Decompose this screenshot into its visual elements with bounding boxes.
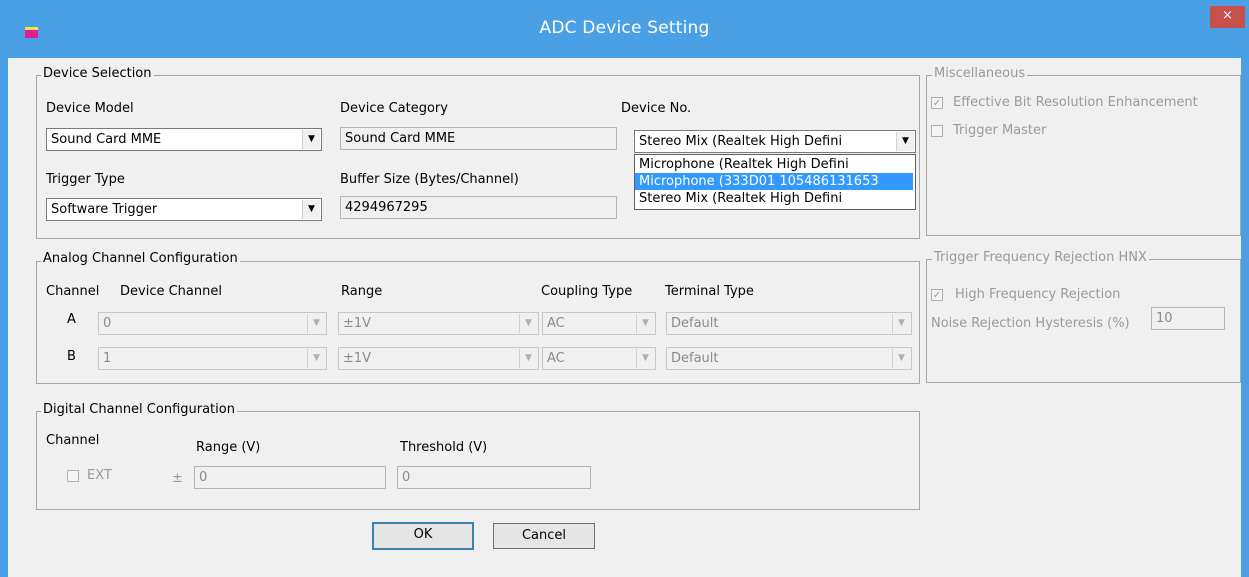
chevron-down-icon[interactable]: ▼: [519, 349, 537, 368]
analog-row-a-range-combo[interactable]: ±1V ▼: [338, 312, 539, 335]
chevron-down-icon[interactable]: ▼: [636, 349, 654, 368]
digital-threshold-value: 0: [402, 470, 411, 485]
ext-label: EXT: [87, 468, 112, 483]
analog-header-terminal: Terminal Type: [665, 284, 754, 299]
dropdown-option-highlighted[interactable]: Microphone (333D01 105486131653: [635, 173, 913, 190]
analog-row-a-channel: A: [67, 312, 76, 327]
noise-rejection-value: 10: [1156, 311, 1173, 326]
digital-range-label: Range (V): [196, 440, 261, 455]
analog-row-b-coupling-combo[interactable]: AC ▼: [542, 347, 656, 370]
dropdown-option[interactable]: Microphone (Realtek High Defini: [635, 156, 913, 173]
device-no-combo[interactable]: Stereo Mix (Realtek High Defini ▼: [634, 130, 916, 153]
hfr-checkbox[interactable]: ✓: [931, 289, 943, 301]
analog-row-b-device-channel-combo[interactable]: 1 ▼: [98, 347, 327, 370]
miscellaneous-title: Miscellaneous: [932, 66, 1028, 81]
analog-header-channel: Channel: [46, 284, 100, 299]
analog-row-b-channel: B: [67, 349, 76, 364]
device-category-value: Sound Card MME: [345, 131, 456, 146]
device-model-combo[interactable]: Sound Card MME ▼: [46, 128, 322, 151]
buffer-size-label: Buffer Size (Bytes/Channel): [340, 172, 519, 187]
chevron-down-icon[interactable]: ▼: [302, 200, 320, 219]
plus-minus-sign: ±: [172, 471, 183, 486]
buffer-size-value: 4294967295: [345, 200, 428, 215]
trigger-type-value: Software Trigger: [51, 202, 158, 217]
trigger-master-checkbox[interactable]: [931, 125, 943, 137]
analog-row-b-range: ±1V: [343, 351, 372, 366]
device-category-label: Device Category: [340, 101, 448, 116]
analog-header-coupling: Coupling Type: [541, 284, 633, 299]
device-no-label: Device No.: [621, 101, 692, 116]
close-button[interactable]: ×: [1210, 6, 1245, 28]
cancel-button[interactable]: Cancel: [493, 523, 595, 549]
analog-row-a-device-channel: 0: [103, 316, 112, 331]
analog-row-a-coupling-combo[interactable]: AC ▼: [542, 312, 656, 335]
chevron-down-icon[interactable]: ▼: [896, 132, 914, 151]
analog-header-range: Range: [341, 284, 383, 299]
analog-row-b-range-combo[interactable]: ±1V ▼: [338, 347, 539, 370]
noise-rejection-label: Noise Rejection Hysteresis (%): [931, 316, 1130, 331]
analog-row-b-coupling: AC: [547, 351, 565, 366]
device-selection-title: Device Selection: [41, 66, 154, 81]
chevron-down-icon[interactable]: ▼: [519, 314, 537, 333]
analog-row-b-terminal: Default: [671, 351, 719, 366]
digital-range-value: 0: [199, 470, 208, 485]
device-model-label: Device Model: [46, 101, 134, 116]
analog-row-a-terminal-combo[interactable]: Default ▼: [666, 312, 912, 335]
analog-row-a-device-channel-combo[interactable]: 0 ▼: [98, 312, 327, 335]
digital-config-title: Digital Channel Configuration: [41, 402, 237, 417]
analog-row-a-range: ±1V: [343, 316, 372, 331]
window-title: ADC Device Setting: [539, 18, 710, 38]
digital-config-group: [36, 411, 920, 510]
trigger-master-label: Trigger Master: [953, 123, 1047, 138]
analog-row-b-device-channel: 1: [103, 351, 112, 366]
device-model-value: Sound Card MME: [51, 132, 162, 147]
dialog-window: ADC Device Setting × Device Selection De…: [0, 0, 1249, 577]
digital-channel-label: Channel: [46, 433, 100, 448]
hfr-label: High Frequency Rejection: [955, 287, 1121, 302]
trigger-type-combo[interactable]: Software Trigger ▼: [46, 198, 322, 221]
analog-row-a-coupling: AC: [547, 316, 565, 331]
chevron-down-icon[interactable]: ▼: [302, 130, 320, 149]
analog-header-device-channel: Device Channel: [120, 284, 222, 299]
ebre-checkbox[interactable]: ✓: [931, 97, 943, 109]
noise-rejection-field[interactable]: 10: [1151, 307, 1225, 330]
analog-config-title: Analog Channel Configuration: [41, 251, 240, 266]
device-no-value: Stereo Mix (Realtek High Defini: [639, 134, 843, 149]
ok-button[interactable]: OK: [372, 522, 474, 550]
chevron-down-icon[interactable]: ▼: [636, 314, 654, 333]
buffer-size-field[interactable]: 4294967295: [340, 196, 617, 219]
chevron-down-icon[interactable]: ▼: [307, 314, 325, 333]
title-bar[interactable]: ADC Device Setting ×: [0, 0, 1249, 58]
analog-row-a-terminal: Default: [671, 316, 719, 331]
dropdown-option[interactable]: Stereo Mix (Realtek High Defini: [635, 190, 913, 207]
trigger-freq-title: Trigger Frequency Rejection HNX: [932, 250, 1149, 265]
digital-range-field[interactable]: 0: [194, 466, 386, 489]
ebre-label: Effective Bit Resolution Enhancement: [953, 95, 1198, 110]
device-category-field: Sound Card MME: [340, 127, 617, 150]
analog-row-b-terminal-combo[interactable]: Default ▼: [666, 347, 912, 370]
digital-threshold-label: Threshold (V): [400, 440, 488, 455]
chevron-down-icon[interactable]: ▼: [892, 349, 910, 368]
dialog-client-area: Device Selection Device Model Sound Card…: [8, 58, 1241, 577]
chevron-down-icon[interactable]: ▼: [892, 314, 910, 333]
trigger-type-label: Trigger Type: [46, 172, 125, 187]
device-no-dropdown-list[interactable]: Microphone (Realtek High Defini Micropho…: [634, 154, 916, 210]
ext-checkbox[interactable]: [67, 470, 79, 482]
digital-threshold-field[interactable]: 0: [397, 466, 591, 489]
chevron-down-icon[interactable]: ▼: [307, 349, 325, 368]
